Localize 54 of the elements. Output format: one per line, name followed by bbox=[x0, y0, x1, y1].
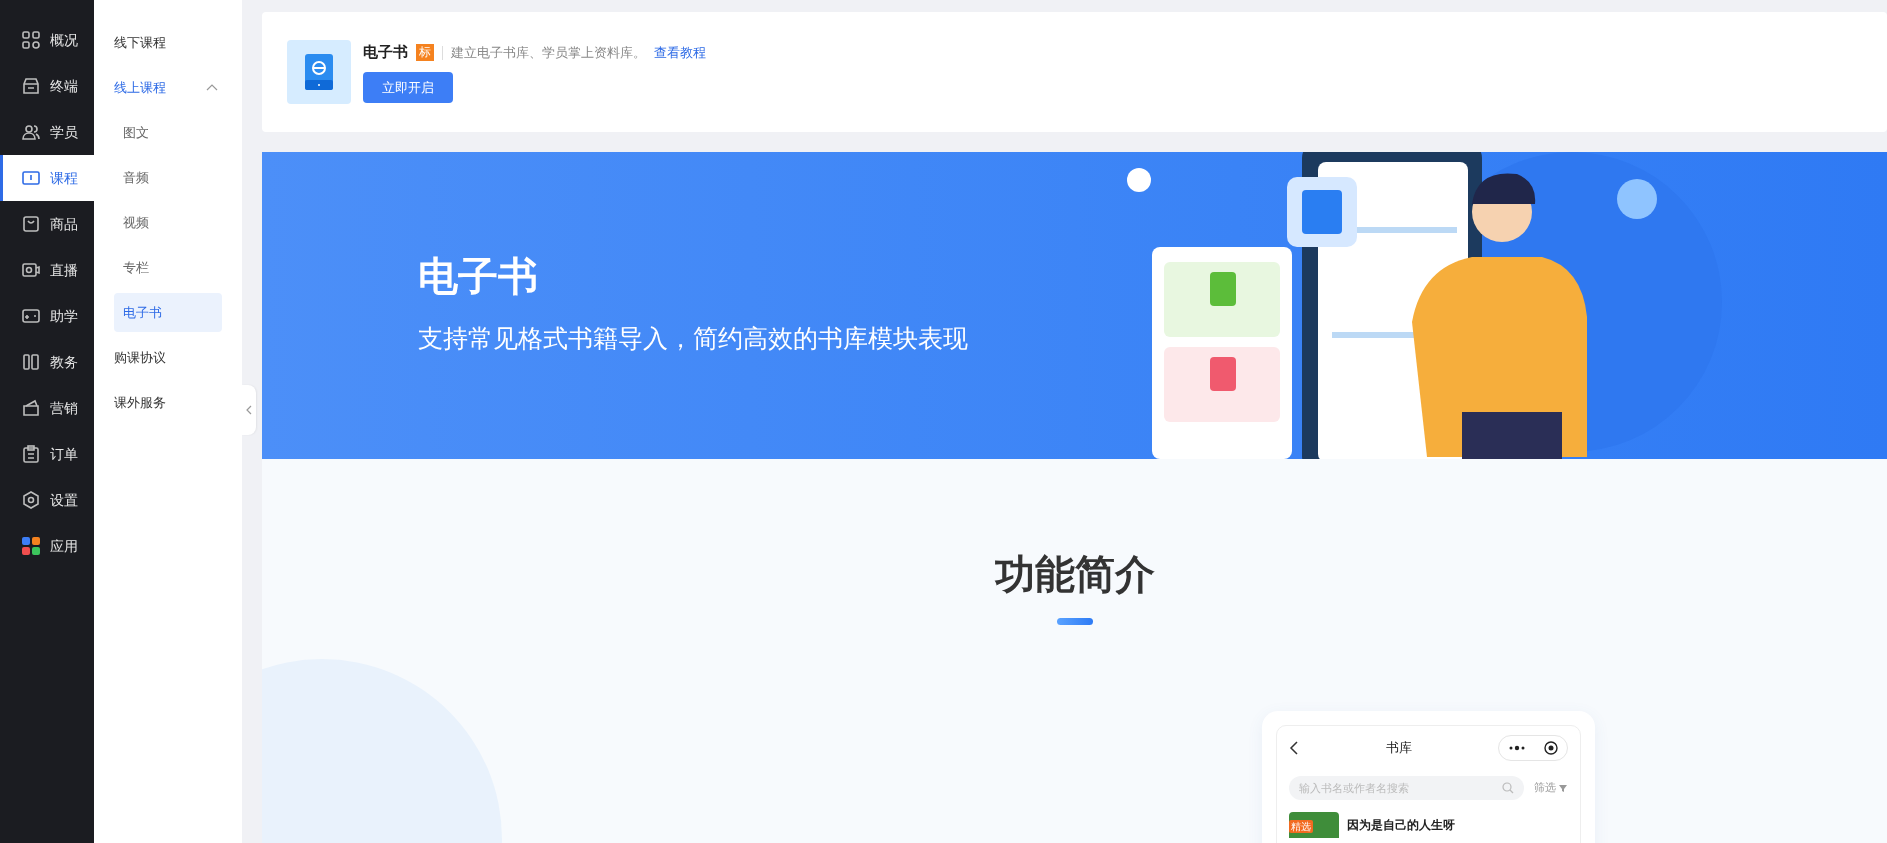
rail-nav-item[interactable]: 助学 bbox=[0, 293, 94, 339]
submenu-item[interactable]: 电子书 bbox=[114, 293, 222, 332]
columns-icon bbox=[21, 352, 41, 372]
apps-icon bbox=[21, 536, 41, 556]
phone-title: 书库 bbox=[1385, 739, 1412, 758]
gamepad-icon bbox=[21, 306, 41, 326]
book-title[interactable]: 因为是自己的人生呀 bbox=[1347, 816, 1455, 834]
grid-icon bbox=[21, 30, 41, 50]
rail-nav-item[interactable]: 课程 bbox=[0, 155, 94, 201]
filter-icon bbox=[1559, 783, 1568, 793]
rail-nav-item[interactable]: 应用 bbox=[0, 523, 94, 569]
submenu-item[interactable]: 视频 bbox=[114, 203, 222, 242]
bag-icon bbox=[21, 214, 41, 234]
submenu-item[interactable]: 课外服务 bbox=[114, 380, 222, 425]
screen-icon bbox=[21, 168, 41, 188]
rail-nav-item[interactable]: 设置 bbox=[0, 477, 94, 523]
banner-title: 电子书 bbox=[418, 252, 539, 300]
search-icon bbox=[1502, 782, 1514, 794]
collapse-handle[interactable] bbox=[242, 385, 256, 435]
banner-subtitle: 支持常见格式书籍导入，简约高效的书库模块表现 bbox=[418, 323, 969, 355]
rail-nav-item[interactable]: 学员 bbox=[0, 109, 94, 155]
ebook-app-icon bbox=[287, 40, 351, 104]
section-heading: 功能简介 bbox=[994, 550, 1155, 599]
submenu-item[interactable]: 购课协议 bbox=[114, 335, 222, 380]
camera-icon bbox=[21, 260, 41, 280]
close-target-icon[interactable] bbox=[1543, 741, 1558, 755]
book-tag: 精选 bbox=[1289, 820, 1313, 833]
chevron-up-icon bbox=[206, 84, 218, 91]
wallet-icon bbox=[21, 398, 41, 418]
clipboard-icon bbox=[21, 444, 41, 464]
back-icon[interactable] bbox=[1289, 741, 1299, 755]
rail-nav-item[interactable]: 概况 bbox=[0, 17, 94, 63]
rail-nav-item[interactable]: 商品 bbox=[0, 201, 94, 247]
tutorial-link[interactable]: 查看教程 bbox=[654, 42, 706, 63]
app-description: 建立电子书库、学员掌上资料库。 bbox=[451, 43, 646, 62]
rail-nav-item[interactable]: 营销 bbox=[0, 385, 94, 431]
edition-tag: 标 bbox=[416, 44, 434, 61]
enable-button[interactable]: 立即开启 bbox=[363, 71, 453, 103]
rail-nav-item[interactable]: 终端 bbox=[0, 63, 94, 109]
users-icon bbox=[21, 122, 41, 142]
submenu-group[interactable]: 线上课程 bbox=[114, 65, 222, 110]
submenu-item[interactable]: 音频 bbox=[114, 158, 222, 197]
settings-icon bbox=[21, 490, 41, 510]
heading-underline bbox=[1056, 618, 1093, 625]
submenu-item[interactable]: 专栏 bbox=[114, 248, 222, 287]
rail-nav-item[interactable]: 直播 bbox=[0, 247, 94, 293]
storefront-icon bbox=[21, 76, 41, 96]
chevron-left-icon bbox=[246, 405, 252, 415]
submenu-item[interactable]: 线下课程 bbox=[114, 20, 222, 65]
submenu-item[interactable]: 图文 bbox=[114, 113, 222, 152]
rail-nav-item[interactable]: 教务 bbox=[0, 339, 94, 385]
more-icon[interactable] bbox=[1508, 745, 1525, 751]
rail-nav-item[interactable]: 订单 bbox=[0, 431, 94, 477]
app-title: 电子书 bbox=[363, 42, 408, 64]
